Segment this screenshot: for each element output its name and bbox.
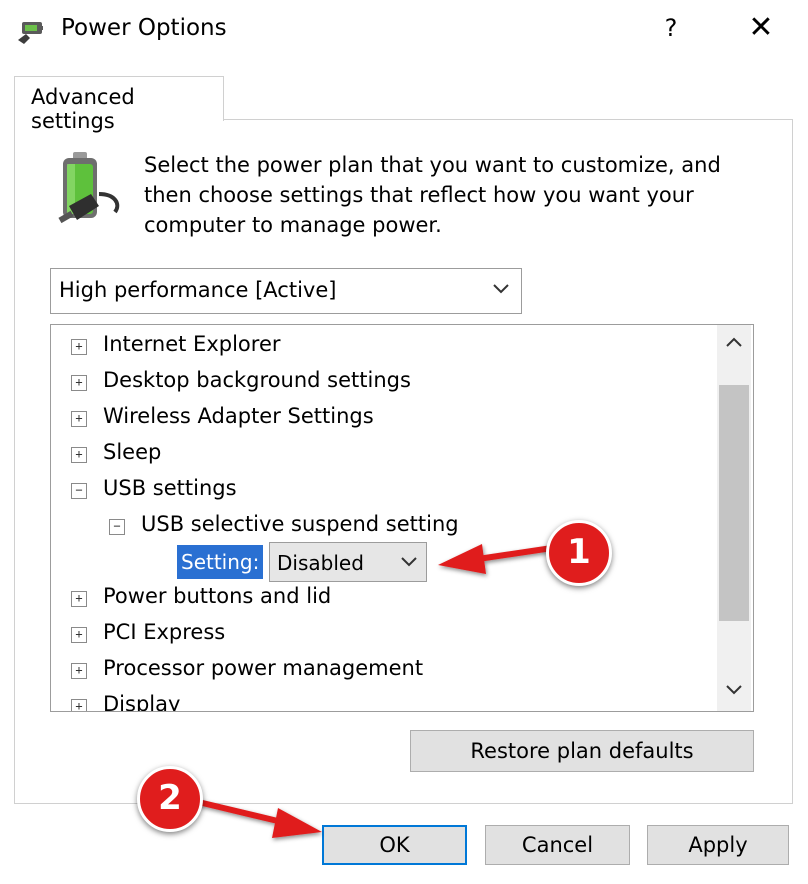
arrow-icon [438,544,553,574]
tab-advanced-settings[interactable]: Advanced settings [14,76,224,133]
tab-label: Advanced settings [31,85,135,133]
arrow-icon [189,797,322,838]
annotation-badge-2: 2 [137,766,203,832]
annotation-badge-1: 1 [546,520,612,586]
